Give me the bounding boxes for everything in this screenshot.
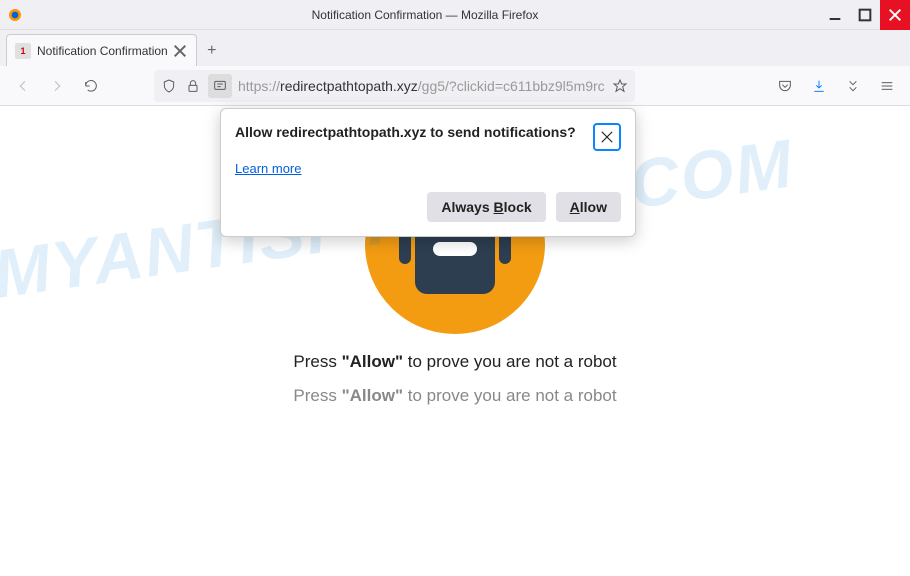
back-button[interactable] [8,71,38,101]
window-title: Notification Confirmation — Mozilla Fire… [30,8,820,22]
menu-icon[interactable] [872,71,902,101]
window-controls [820,0,910,30]
permission-icon[interactable] [208,74,232,98]
always-block-button[interactable]: Always Block [427,192,545,222]
tab-label: Notification Confirmation [37,44,168,58]
permission-close-button[interactable] [593,123,621,151]
toolbar: https://redirectpathtopath.xyz/gg5/?clic… [0,66,910,106]
close-window-button[interactable] [880,0,910,30]
tab-close-icon[interactable] [172,43,188,59]
tab-notification-confirmation[interactable]: 1 Notification Confirmation [6,34,197,66]
permission-title: Allow redirectpathtopath.xyz to send not… [235,123,593,141]
titlebar: Notification Confirmation — Mozilla Fire… [0,0,910,30]
firefox-icon [0,0,30,30]
urlbar[interactable]: https://redirectpathtopath.xyz/gg5/?clic… [154,70,635,102]
overflow-icon[interactable] [838,71,868,101]
tabbar: 1 Notification Confirmation + [0,30,910,66]
tab-favicon-icon: 1 [15,43,31,59]
allow-button[interactable]: Allow [556,192,621,222]
notification-permission-popup: Allow redirectpathtopath.xyz to send not… [220,108,636,237]
minimize-button[interactable] [820,0,850,30]
lock-icon[interactable] [184,77,202,95]
bookmark-star-icon[interactable] [611,77,629,95]
page-subline: Press "Allow" to prove you are not a rob… [293,386,616,406]
url-text: https://redirectpathtopath.xyz/gg5/?clic… [238,78,605,94]
maximize-button[interactable] [850,0,880,30]
pocket-icon[interactable] [770,71,800,101]
learn-more-link[interactable]: Learn more [235,161,301,176]
forward-button[interactable] [42,71,72,101]
shield-icon[interactable] [160,77,178,95]
download-icon[interactable] [804,71,834,101]
reload-button[interactable] [76,71,106,101]
new-tab-button[interactable]: + [197,36,227,66]
page-headline: Press "Allow" to prove you are not a rob… [293,352,616,372]
